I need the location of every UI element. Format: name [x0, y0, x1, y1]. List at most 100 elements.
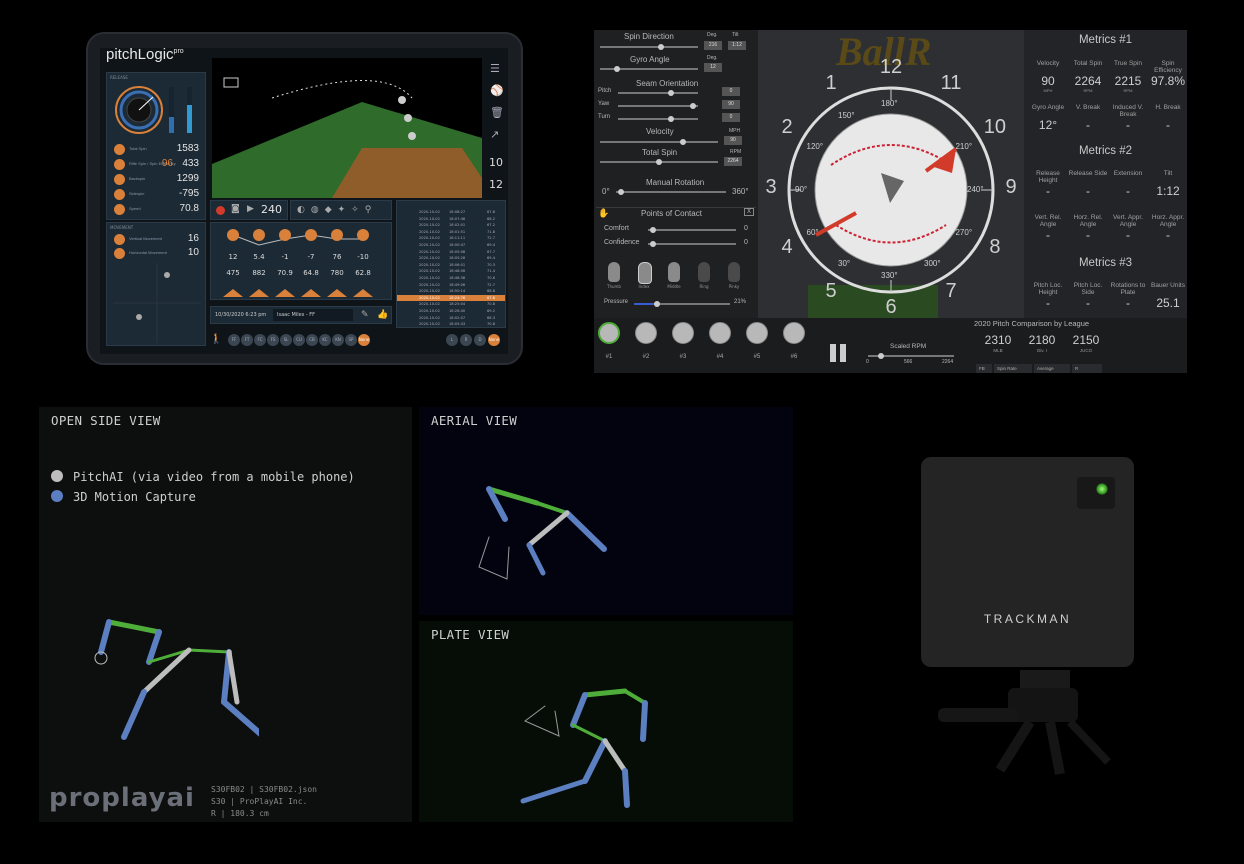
edit-icon[interactable]: ✎: [361, 310, 369, 320]
seam-turn-slider[interactable]: [618, 116, 698, 122]
finger-icon[interactable]: [698, 262, 710, 282]
comparison-league: JUCO: [1079, 348, 1093, 353]
manual-rotation-slider[interactable]: [616, 189, 726, 195]
thumbs-up-icon[interactable]: 👍: [377, 310, 388, 320]
camera-icon[interactable]: ◙: [231, 204, 240, 214]
pressure-slider[interactable]: [634, 301, 730, 307]
pitch-type-chip[interactable]: None: [358, 334, 370, 346]
hand-chip[interactable]: R: [460, 334, 472, 346]
comfort-slider[interactable]: [648, 227, 736, 233]
pitch-thumbnail[interactable]: [635, 322, 657, 344]
list-row[interactable]: 2020-10-02 18:07:48 68.2: [397, 216, 505, 222]
hand-chip[interactable]: L: [446, 334, 458, 346]
gyro-deg-field[interactable]: 12: [704, 63, 722, 72]
list-row[interactable]: 2020-10-02 18:50:14 68.8: [397, 288, 505, 294]
seam-turn-field[interactable]: 0: [722, 113, 740, 122]
list-row[interactable]: 2020-10-02 18:05:28 69.4: [397, 255, 505, 261]
list-row[interactable]: 2020-10-02 18:02:01 67.2: [397, 222, 505, 228]
pitch-type-chip[interactable]: CB: [306, 334, 318, 346]
pitch-type-chip[interactable]: FC: [254, 334, 266, 346]
play-icon[interactable]: ▶: [247, 204, 254, 214]
list-row[interactable]: 2020-10-02 18:02:07 68.3: [397, 315, 505, 321]
list-row[interactable]: 2020-10-02 18:48:38 70.6: [397, 275, 505, 281]
pitch-type-chip[interactable]: KN: [332, 334, 344, 346]
confidence-slider[interactable]: [648, 241, 736, 247]
velocity-field[interactable]: 90: [724, 136, 742, 145]
baseball-icon[interactable]: ⚾: [490, 84, 504, 97]
hand-chip[interactable]: None: [488, 334, 500, 346]
bar-knob[interactable]: [227, 229, 239, 241]
seam-yaw-field[interactable]: 90: [722, 100, 740, 109]
comparison-tab[interactable]: FB: [976, 364, 992, 373]
spin-deg-field[interactable]: 216: [704, 41, 722, 50]
pitch-type-chip[interactable]: FS: [267, 334, 279, 346]
bar-knob[interactable]: [357, 229, 369, 241]
finger-icon[interactable]: [728, 262, 740, 282]
list-row[interactable]: 2020-10-02 18:05:43 70.8: [397, 321, 505, 327]
list-row[interactable]: 2020-10-02 18:48:06 71.4: [397, 268, 505, 274]
list-time: 18:06:01: [449, 262, 466, 267]
pitch-thumbnail[interactable]: [783, 322, 805, 344]
pitch-thumbnail[interactable]: [672, 322, 694, 344]
trash-icon[interactable]: 🗑: [490, 106, 504, 119]
record-button[interactable]: [216, 206, 225, 215]
finger-icon[interactable]: [668, 262, 680, 282]
pitch-grip-selector[interactable]: ◐◍◆✦✧⚲: [290, 200, 392, 220]
comparison-tab[interactable]: Average: [1034, 364, 1070, 373]
comparison-title: 2020 Pitch Comparison by League: [974, 319, 1090, 328]
meta-line-3: R | 180.3 cm: [211, 809, 269, 818]
total-spin-field[interactable]: 2264: [724, 157, 742, 166]
comparison-tab[interactable]: Spin Rate: [994, 364, 1032, 373]
pitch-type-chip[interactable]: SP: [345, 334, 357, 346]
seam-pitch-field[interactable]: 0: [722, 87, 740, 96]
velocity-unit: MPH: [729, 128, 741, 134]
pause-button[interactable]: [828, 342, 850, 364]
divider: [596, 207, 756, 208]
list-row[interactable]: 2020-10-02 18:11:11 72.7: [397, 235, 505, 241]
open-side-view-panel: OPEN SIDE VIEW PitchAI (via video from a…: [39, 407, 412, 822]
scaled-rpm-slider[interactable]: [868, 353, 954, 359]
close-button[interactable]: X: [744, 208, 755, 216]
pitch-thumbnail[interactable]: [598, 322, 620, 344]
pitch-thumbnail[interactable]: [746, 322, 768, 344]
finger-icon[interactable]: [638, 262, 652, 284]
seam-pitch-slider[interactable]: [618, 90, 698, 96]
menu-icon[interactable]: ☰: [490, 62, 500, 75]
bar-knob[interactable]: [253, 229, 265, 241]
list-row[interactable]: 2020-10-02 18:08:27 67.8: [397, 209, 505, 215]
list-row[interactable]: 2020-10-02 18:06:01 70.3: [397, 262, 505, 268]
list-row[interactable]: 2020-10-02 18:49:06 72.7: [397, 282, 505, 288]
hand-chip[interactable]: D: [474, 334, 486, 346]
pitch-type-chip[interactable]: SL: [280, 334, 292, 346]
bar-knob[interactable]: [331, 229, 343, 241]
finger-icon[interactable]: [608, 262, 620, 282]
list-time: 18:01:51: [449, 229, 466, 234]
pitch-type-chip[interactable]: KC: [319, 334, 331, 346]
metric1-label: V. Break: [1075, 104, 1101, 111]
comparison-tab[interactable]: R: [1072, 364, 1102, 373]
list-row[interactable]: 2020-10-02 18:01:51 71.8: [397, 229, 505, 235]
pitch-type-chip[interactable]: CU: [293, 334, 305, 346]
share-icon[interactable]: ↗: [490, 128, 499, 141]
bar-knob[interactable]: [279, 229, 291, 241]
velocity-slider[interactable]: [600, 139, 718, 145]
finger-label: Pinky: [728, 284, 740, 289]
list-row[interactable]: 2020-10-02 18:05:08 67.7: [397, 249, 505, 255]
pitch-type-chip[interactable]: FT: [241, 334, 253, 346]
list-row[interactable]: 2020-10-02 18:00:47 69.4: [397, 242, 505, 248]
hand-icon: ✋: [598, 208, 610, 218]
pitch-thumbnail[interactable]: [709, 322, 731, 344]
list-row[interactable]: 2020-10-02 18:24:76 67.8: [397, 294, 505, 301]
total-spin-slider[interactable]: [600, 159, 718, 165]
metric1-label: Gyro Angle: [1031, 104, 1065, 111]
pitcher-name-field[interactable]: Isaac Miles - FF: [273, 309, 353, 321]
spin-direction-slider[interactable]: [600, 44, 698, 50]
movement-row: Horizontal Movement 10: [111, 247, 203, 261]
gyro-angle-slider[interactable]: [600, 66, 698, 72]
spin-tilt-field[interactable]: 1:12: [728, 41, 746, 50]
pitch-type-chip[interactable]: FF: [228, 334, 240, 346]
list-row[interactable]: 2020-10-02 18:26:40 69.2: [397, 308, 505, 314]
list-row[interactable]: 2020-10-02 18:25:04 70.8: [397, 301, 505, 307]
seam-yaw-slider[interactable]: [618, 103, 698, 109]
bar-knob[interactable]: [305, 229, 317, 241]
